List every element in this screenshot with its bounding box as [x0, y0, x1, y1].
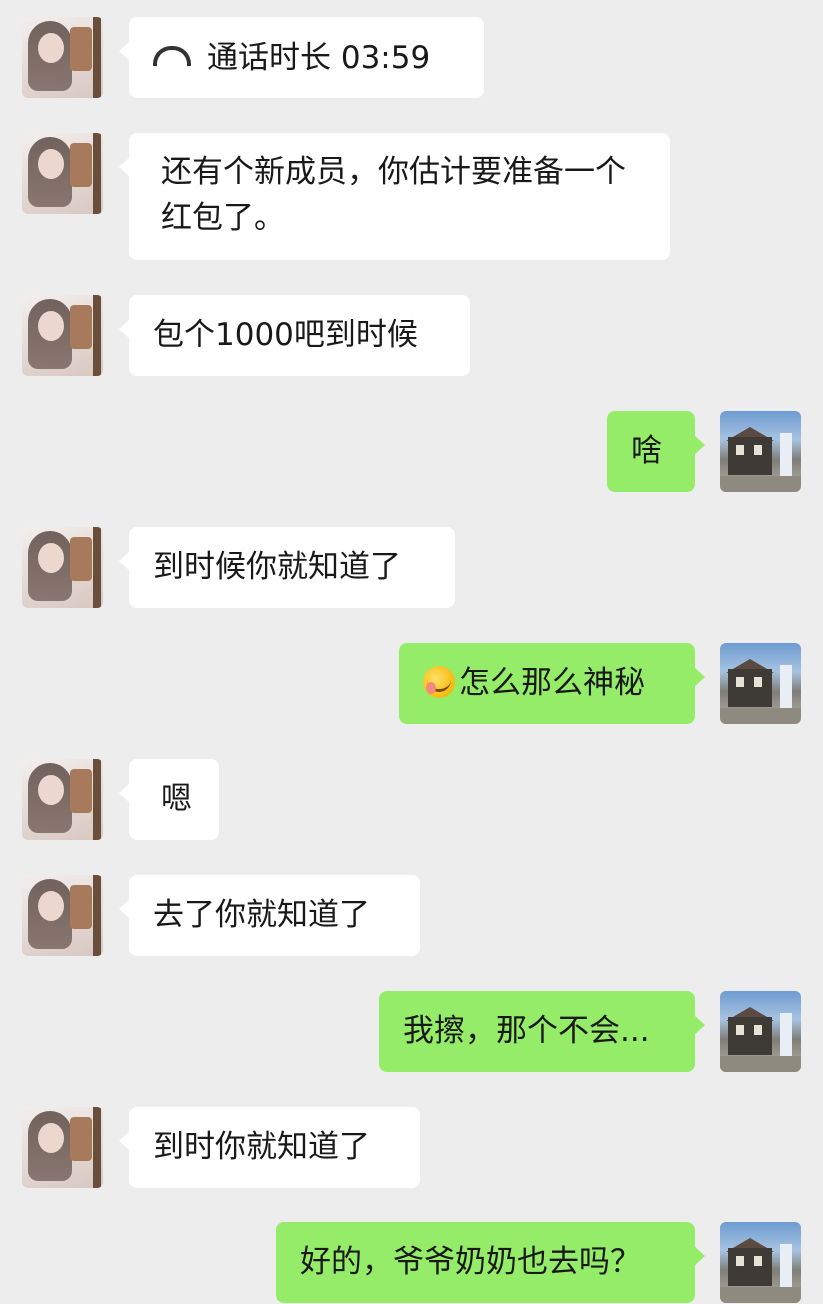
message-bubble[interactable]: 我擦，那个不会...: [379, 991, 705, 1072]
message-bubble[interactable]: 嗯: [119, 759, 219, 840]
message-text: 去了你就知道了: [153, 897, 370, 933]
message-text: 啥: [631, 433, 662, 469]
my-avatar[interactable]: [720, 991, 801, 1072]
message-text: 我擦，那个不会...: [403, 1013, 650, 1049]
contact-avatar[interactable]: [22, 295, 103, 376]
contact-avatar[interactable]: [22, 1107, 103, 1188]
message-text: 还有个新成员，你估计要准备一个红包了。: [161, 154, 626, 236]
message-text: 到时你就知道了: [153, 1129, 370, 1165]
message-text: 嗯: [161, 781, 192, 817]
contact-avatar[interactable]: [22, 527, 103, 608]
call-duration-bubble[interactable]: 通话时长 03:59: [119, 17, 484, 98]
my-avatar[interactable]: [720, 1222, 801, 1303]
message-bubble[interactable]: 啥: [607, 411, 705, 492]
message-bubble[interactable]: 去了你就知道了: [119, 875, 420, 956]
message-bubble[interactable]: 到时候你就知道了: [119, 527, 455, 608]
message-text: 好的，爷爷奶奶也去吗？: [300, 1244, 641, 1280]
message-text: 包个1000吧到时候: [153, 317, 418, 353]
facepalm-emoji-icon: [423, 665, 455, 698]
message-text: 到时候你就知道了: [153, 549, 401, 585]
message-bubble[interactable]: 包个1000吧到时候: [119, 295, 470, 376]
message-bubble[interactable]: 到时你就知道了: [119, 1107, 420, 1188]
message-bubble[interactable]: 好的，爷爷奶奶也去吗？: [276, 1222, 705, 1303]
contact-avatar[interactable]: [22, 133, 103, 214]
message-text: 怎么那么神秘: [459, 665, 645, 701]
my-avatar[interactable]: [720, 411, 801, 492]
phone-call-icon: [153, 45, 191, 66]
contact-avatar[interactable]: [22, 875, 103, 956]
contact-avatar[interactable]: [22, 17, 103, 98]
message-bubble[interactable]: 还有个新成员，你估计要准备一个红包了。: [119, 133, 670, 260]
contact-avatar[interactable]: [22, 759, 103, 840]
my-avatar[interactable]: [720, 643, 801, 724]
message-text: 通话时长 03:59: [207, 40, 431, 76]
message-bubble[interactable]: 怎么那么神秘: [399, 643, 705, 724]
